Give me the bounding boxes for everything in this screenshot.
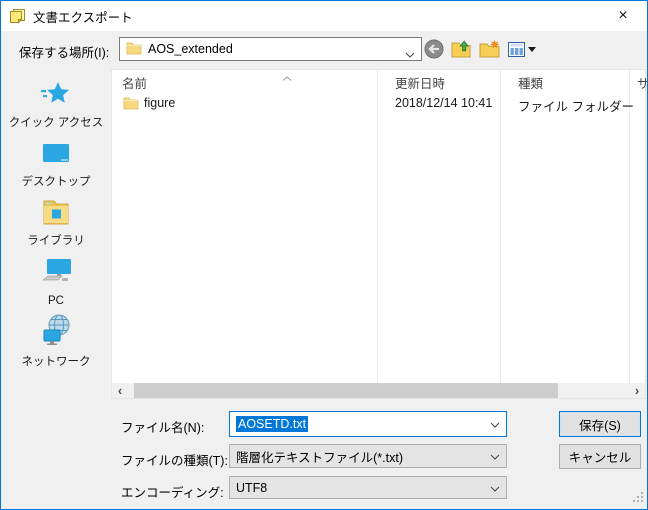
file-type-value: 階層化テキストファイル(*.txt) [236,447,403,466]
pc-icon [39,258,73,291]
save-location-label: 保存する場所(I): [19,42,109,61]
sidebar-item-desktop[interactable]: デスクトップ [1,142,111,189]
file-name-label: ファイル名(N): [121,417,204,436]
column-separator[interactable] [377,70,378,383]
sidebar-item-label: ライブラリ [27,232,85,248]
file-name-value-selected: AOSETD.txt [236,416,308,432]
column-header-type[interactable]: 種類 [518,73,543,92]
sidebar-item-network[interactable]: ネットワーク [1,314,111,369]
encoding-label: エンコーディング: [121,482,224,501]
sidebar-item-libraries[interactable]: ライブラリ [1,198,111,248]
column-separator[interactable] [629,70,630,383]
scroll-left-arrow-icon[interactable]: ‹ [112,383,128,398]
dropdown-caret-icon [528,47,536,52]
scroll-right-arrow-icon[interactable]: › [629,383,645,398]
libraries-icon [41,198,71,228]
chevron-down-icon[interactable] [490,449,500,463]
up-one-level-button[interactable] [450,38,472,60]
document-note-icon [9,8,26,25]
column-header-size[interactable]: サ [637,73,648,92]
file-name-input[interactable]: AOSETD.txt [229,411,507,437]
file-type-label: ファイルの種類(T): [121,450,228,469]
chevron-down-icon[interactable] [490,481,500,495]
title-bar: 文書エクスポート × [1,1,647,31]
column-separator[interactable] [500,70,501,383]
close-button[interactable]: × [608,1,638,31]
export-dialog-window: 文書エクスポート × 保存する場所(I): AOS_extended [0,0,648,510]
file-type-select[interactable]: 階層化テキストファイル(*.txt) [229,444,507,468]
view-menu-button[interactable] [505,38,539,60]
sidebar-item-label: デスクトップ [22,173,91,189]
column-header-modified[interactable]: 更新日時 [395,73,445,92]
sidebar-item-quick-access[interactable]: クイック アクセス [1,81,111,130]
cancel-button[interactable]: キャンセル [559,444,641,469]
file-modified-cell: 2018/12/14 10:41 [395,96,492,110]
horizontal-scrollbar[interactable]: ‹ › [112,383,645,398]
folder-icon [126,41,142,58]
sort-ascending-icon [282,70,292,84]
sidebar-item-label: クイック アクセス [9,114,104,130]
sidebar-item-pc[interactable]: PC [1,258,111,307]
file-type-cell: ファイル フォルダー [518,96,634,115]
back-button[interactable] [423,38,445,60]
encoding-value: UTF8 [236,481,267,495]
file-row-figure[interactable]: figure 2018/12/14 10:41 ファイル フォルダー [112,94,645,114]
sidebar-item-label: PC [48,295,64,307]
desktop-icon [41,142,71,169]
column-header-name[interactable]: 名前 [122,73,147,92]
file-list-panel: 名前 更新日時 種類 サ figure 2018/12/14 10:41 ファイ… [111,69,646,399]
file-name-cell: figure [144,96,175,110]
save-button-label: 保存(S) [579,415,621,434]
sidebar-item-label: ネットワーク [22,353,91,369]
chevron-down-icon [405,47,415,61]
save-location-combobox[interactable]: AOS_extended [119,37,422,61]
resize-grip[interactable] [631,490,644,506]
quick-access-icon [41,81,71,110]
encoding-select[interactable]: UTF8 [229,476,507,499]
folder-icon [123,96,139,113]
network-icon [40,314,72,349]
save-location-value: AOS_extended [148,42,233,56]
chevron-down-icon[interactable] [490,417,500,431]
scrollbar-thumb[interactable] [134,383,558,398]
new-folder-button[interactable] [478,38,500,60]
window-title: 文書エクスポート [33,7,133,26]
save-button[interactable]: 保存(S) [559,411,641,437]
cancel-button-label: キャンセル [569,447,632,466]
